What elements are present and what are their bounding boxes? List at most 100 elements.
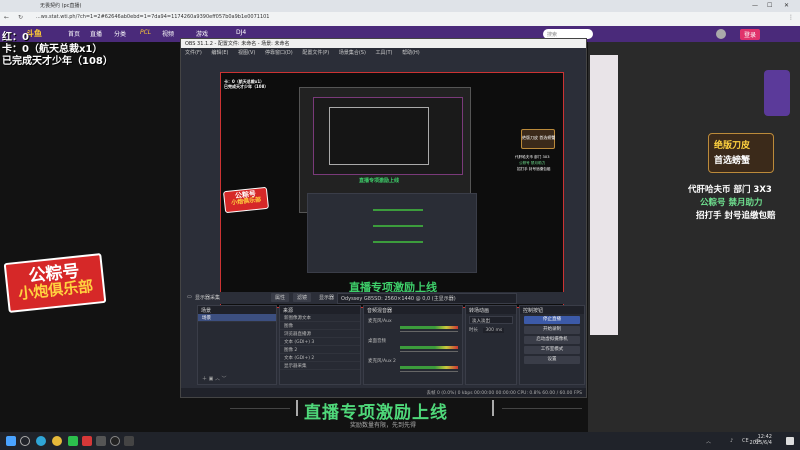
- source-item[interactable]: 文本 (GDI+) 2: [280, 354, 360, 362]
- preview-mini-mixer-2: [373, 225, 423, 227]
- overlay-line-done: 已完成天才少年（108）: [2, 56, 113, 67]
- preview-side-title: 绝版刀皮 首选螃蟹: [522, 135, 556, 140]
- wechat-icon[interactable]: [68, 436, 78, 446]
- stop-streaming-button[interactable]: 停止直播: [524, 316, 580, 324]
- source-item[interactable]: 显示器采集: [280, 362, 360, 370]
- display-select[interactable]: Odyssey G85SD: 2560×1440 @ 0,0 (主显示器): [337, 293, 517, 304]
- obs-preview-canvas[interactable]: 卡：0（航天总裁x1） 已完成天才少年（108） 公粽号 小炮俱乐部 绝版刀皮 …: [220, 72, 564, 308]
- toolbar-source-label: 显示器采集: [195, 295, 221, 301]
- volume-icon[interactable]: ♪: [730, 438, 733, 444]
- app-icon[interactable]: [82, 436, 92, 446]
- source-item[interactable]: 图像 2: [280, 346, 360, 354]
- nav-item-home[interactable]: 首页: [68, 29, 80, 38]
- reload-icon[interactable]: ↻: [18, 14, 23, 21]
- move-up-icon[interactable]: ︿: [215, 376, 220, 382]
- scenes-dock-controls: ＋ ▣ ︿ ﹀: [202, 375, 227, 382]
- screen: 无畏契约 (pc直播) — ☐ ✕ ← ↻ ...ws.stat.wti.ph/…: [0, 0, 800, 450]
- obs-menu-bar: 文件(F) 编辑(E) 视图(V) 停靠窗口(D) 配置文件(P) 场景集合(S…: [181, 48, 586, 57]
- edge-icon[interactable]: [36, 436, 46, 446]
- properties-button[interactable]: 属性: [271, 293, 290, 302]
- browser-tab[interactable]: 无畏契约 (pc直播): [40, 2, 81, 9]
- preview-mini-mixer-1: [373, 209, 423, 211]
- transitions-dock-title: 转场动画: [466, 306, 516, 314]
- banner-deco-right: [492, 400, 494, 416]
- transition-duration: 时长 300 ms: [466, 326, 516, 334]
- close-icon[interactable]: ✕: [784, 2, 789, 9]
- nav-item-dj4[interactable]: DJ4: [236, 29, 246, 36]
- remove-scene-icon[interactable]: ▣: [209, 376, 214, 382]
- obs-status-bar: 丢帧 0 (0.0%) 0 kbps 00:00:00 00:00:00 CPU…: [181, 388, 586, 397]
- url-field[interactable]: ...ws.stat.wti.ph/?ch=1=2#62646ab0ebd=1=…: [36, 14, 270, 20]
- nav-item-games[interactable]: 游戏: [196, 29, 208, 38]
- move-down-icon[interactable]: ﹀: [222, 376, 227, 382]
- source-item[interactable]: 浏览器直播源: [280, 330, 360, 338]
- transition-select[interactable]: 淡入淡出: [469, 316, 513, 324]
- taskbar-clock[interactable]: 12:42 2025/6/4: [750, 434, 772, 446]
- source-item[interactable]: 文本 (GDI+) 3: [280, 338, 360, 346]
- gift-badge-icon[interactable]: [764, 70, 790, 116]
- chrome-icon[interactable]: [52, 436, 62, 446]
- duration-input[interactable]: 300 ms: [483, 328, 505, 333]
- tray-lang-ce[interactable]: CE: [742, 438, 749, 444]
- obs-menu-file[interactable]: 文件(F): [185, 50, 202, 56]
- obs-menu-docks[interactable]: 停靠窗口(D): [265, 50, 293, 56]
- obs-icon[interactable]: [110, 436, 120, 446]
- scene-item[interactable]: 场景: [198, 314, 276, 322]
- start-recording-button[interactable]: 开始录制: [524, 326, 580, 334]
- promo-line1: 代肝哈夫币 部门 3X3: [688, 185, 772, 195]
- login-button[interactable]: 登录: [740, 29, 761, 40]
- user-avatar[interactable]: [716, 29, 726, 39]
- preview-mini-mixer-3: [373, 241, 423, 243]
- app-icon[interactable]: [96, 436, 106, 446]
- banner-right-line: [502, 408, 582, 409]
- controls-dock-title: 控制按钮: [520, 306, 584, 314]
- mixer-channel-1-slider[interactable]: [400, 331, 458, 332]
- nav-item-live[interactable]: 直播: [90, 29, 102, 38]
- obs-menu-view[interactable]: 视图(V): [238, 50, 255, 56]
- web-page-strip: [590, 55, 618, 335]
- obs-window: OBS 31.1.2 - 配置文件: 未命名 - 场景: 未命名 文件(F) 编…: [180, 38, 587, 398]
- obs-menu-profile[interactable]: 配置文件(P): [302, 50, 329, 56]
- mixer-dock-title: 音频混音器: [364, 306, 462, 314]
- scenes-dock-title: 场景: [198, 306, 276, 314]
- monitor-icon: ▭: [187, 294, 192, 300]
- studio-mode-button[interactable]: 工作室模式: [524, 346, 580, 354]
- windows-start-icon[interactable]: [6, 436, 16, 446]
- sources-dock: 来源 新图像源文本 图像 浏览器直播源 文本 (GDI+) 3 图像 2 文本 …: [279, 305, 361, 385]
- minimize-icon[interactable]: —: [752, 2, 758, 9]
- back-icon[interactable]: ←: [4, 14, 9, 21]
- obs-menu-tools[interactable]: 工具(T): [376, 50, 393, 56]
- obs-menu-help[interactable]: 帮助(H): [402, 50, 420, 56]
- preview-mini-obs-dock: [307, 193, 477, 273]
- audio-mixer-dock: 音频混音器 麦克风/Aux 桌面音频 麦克风/Aux 2: [363, 305, 463, 385]
- obs-title-bar: OBS 31.1.2 - 配置文件: 未命名 - 场景: 未命名: [181, 39, 586, 48]
- tray-chevron-icon[interactable]: ︿: [706, 438, 711, 445]
- source-item[interactable]: 新图像源文本: [280, 314, 360, 322]
- obs-menu-scene-collection[interactable]: 场景集合(S): [339, 50, 366, 56]
- promo-badge-line1: 绝版刀皮: [714, 141, 751, 151]
- add-scene-icon[interactable]: ＋: [202, 376, 207, 382]
- obs-source-toolbar: ▭ 显示器采集 属性 滤镜 显示器 Odyssey G85SD: 2560×14…: [185, 292, 584, 304]
- mixer-channel-2-label: 桌面音频: [368, 339, 386, 344]
- filters-button[interactable]: 滤镜: [293, 293, 312, 302]
- search-icon[interactable]: [20, 436, 30, 446]
- menu-icon[interactable]: ⋮: [788, 14, 794, 21]
- nav-item-pcl[interactable]: PCL: [140, 29, 151, 36]
- notification-icon[interactable]: [786, 437, 794, 445]
- app-icon[interactable]: [124, 436, 134, 446]
- source-item[interactable]: 图像: [280, 322, 360, 330]
- mixer-channel-3-slider[interactable]: [400, 371, 458, 372]
- controls-dock: 控制按钮 停止直播 开始录制 启动虚拟摄像机 工作室模式 设置: [519, 305, 585, 385]
- mixer-channel-3-meter: [400, 366, 458, 369]
- maximize-icon[interactable]: ☐: [767, 2, 772, 9]
- nav-item-category[interactable]: 分类: [114, 29, 126, 38]
- preview-sticker: 公粽号 小炮俱乐部: [222, 186, 270, 214]
- mixer-channel-2-meter: [400, 346, 458, 349]
- obs-menu-edit[interactable]: 编辑(E): [211, 50, 228, 56]
- virtual-camera-button[interactable]: 启动虚拟摄像机: [524, 336, 580, 344]
- settings-button[interactable]: 设置: [524, 356, 580, 364]
- mixer-channel-2-slider[interactable]: [400, 351, 458, 352]
- banner-deco-left: [296, 400, 298, 416]
- nav-item-video[interactable]: 视频: [162, 29, 174, 38]
- banner-left-line: [230, 408, 290, 409]
